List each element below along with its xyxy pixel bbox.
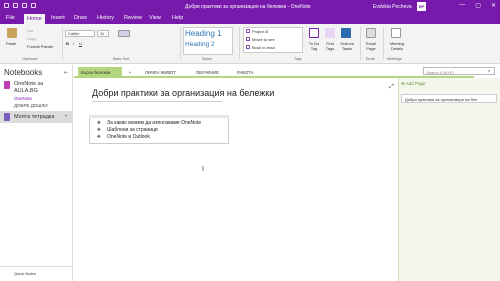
format-painter-button[interactable]: Format Painter [27,44,53,49]
section-group-item[interactable]: OneNote [14,96,32,101]
add-page-label: Add Page [405,81,426,86]
styles-group-label: Styles [202,57,212,61]
section-tab-quick-notes[interactable]: Бързи бележки [78,67,122,76]
bullet-icon: ✥ [97,134,101,139]
customize-icon[interactable] [31,3,36,8]
add-page-button[interactable]: ⊕ Add Page [401,81,426,87]
find-tags-button[interactable]: Find Tags [322,41,338,51]
section-item[interactable]: ДОБРЕ ДОШЛИ [14,103,48,108]
bold-button[interactable]: B [66,41,69,46]
pin-icon[interactable]: ⇤ [64,70,68,76]
italic-button[interactable]: I [73,41,74,46]
search-input[interactable]: Search (Ctrl+E) [423,67,495,75]
meeting-details-button[interactable]: Meeting Details [386,41,408,51]
tab-history[interactable]: History [97,15,114,21]
heading2-style[interactable]: Heading 2 [185,41,215,48]
tag-checkbox-icon [246,37,250,41]
outlook-tasks-icon[interactable] [341,28,351,38]
chevron-down-icon[interactable]: ▾ [65,113,67,118]
email-group-label: Email [366,57,375,61]
tab-draw[interactable]: Draw [74,15,87,21]
divider [360,27,361,60]
tab-home[interactable]: Home [24,14,45,24]
bullets-button[interactable] [118,30,130,37]
undo-icon[interactable] [13,3,18,8]
clipboard-group-label: Clipboard [22,57,38,61]
divider [239,27,240,60]
find-tags-icon[interactable] [325,28,335,38]
tab-file[interactable]: File [6,15,15,21]
tab-view[interactable]: View [149,15,161,21]
heading1-style[interactable]: Heading 1 [185,29,221,38]
meetings-group-label: Meetings [387,57,402,61]
list-item[interactable]: За какво можем да използваме OneNote [107,120,201,126]
tag-checkbox-icon [246,45,250,49]
notebook-icon [4,81,10,89]
tags-group-label: Tags [294,57,302,61]
notebook-icon [4,113,10,121]
paste-button[interactable]: Paste [6,41,16,46]
list-item[interactable]: OneNote и Outlook [107,134,150,140]
pages-panel [398,78,500,281]
title-bar: Добри практики за организация на бележки… [0,0,500,13]
basic-text-group-label: Basic Text [113,57,130,61]
window-title: Добри практики за организация на бележки… [185,3,311,10]
email-page-button[interactable]: Email Page [363,41,379,51]
ribbon-tabs: File Home Insert Draw History Review Vie… [0,13,500,24]
tag-checkbox-icon [246,29,250,33]
touch-mode-icon[interactable] [22,3,27,8]
copy-button[interactable]: Copy [27,36,36,41]
notebooks-panel [0,65,73,281]
outlook-tasks-button[interactable]: Outlook Tasks [337,41,357,51]
list-item[interactable]: Шаблони за страници [107,127,158,133]
email-icon[interactable] [366,28,376,38]
user-name[interactable]: Evdokia Pecheva [373,4,412,10]
notebooks-header: Notebooks [4,68,43,77]
bullet-icon: ✥ [97,127,101,132]
paste-icon[interactable] [7,28,17,38]
page-canvas[interactable] [76,78,398,281]
section-tab-training[interactable]: ОБУЧЕНИЕ [193,67,222,76]
minimize-button[interactable]: — [459,2,465,9]
back-icon[interactable] [4,3,9,8]
tag-item[interactable]: Book to read [252,45,275,50]
expand-icon[interactable]: ⤢ [389,84,394,91]
underline-button[interactable]: U [79,41,82,46]
text-cursor-icon: I [202,166,204,173]
maximize-button[interactable]: ▢ [475,2,481,9]
close-button[interactable]: ✕ [491,2,496,9]
font-size-box[interactable]: 11 [97,30,109,37]
quick-access-toolbar [4,3,36,8]
quick-notes-bar[interactable] [0,266,73,281]
page-title[interactable]: Добри практики за организация на бележки [92,88,274,98]
note-container-handle[interactable] [89,115,229,118]
avatar[interactable]: EP [417,2,426,11]
notebook-item[interactable]: OneNote за AULA.BG [14,81,64,94]
tab-insert[interactable]: Insert [51,15,65,21]
font-name-box[interactable]: Calibri [65,30,95,37]
search-icon[interactable]: ⌕ [488,68,490,73]
cut-button[interactable]: Cut [27,28,33,33]
meeting-icon[interactable] [391,28,401,38]
add-section-button[interactable]: + [124,67,136,76]
notebook-item[interactable]: Моята тетрадка [14,114,55,120]
window-controls: — ▢ ✕ [459,2,496,9]
tag-item[interactable]: Project B [252,29,268,34]
section-tab-work[interactable]: РАБОТА [234,67,256,76]
title-underline [92,101,222,102]
section-tab-personal[interactable]: ЛИЧЕН ЖИВОТ [142,67,179,76]
divider [180,27,181,60]
page-list-item[interactable]: Добри практики за организация на бел [401,94,497,103]
todo-tag-icon[interactable] [309,28,319,38]
bullet-icon: ✥ [97,120,101,125]
divider [62,27,63,60]
quick-notes-link[interactable]: Quick Notes [14,271,36,276]
tag-item[interactable]: Movie to see [252,37,275,42]
tab-review[interactable]: Review [124,15,142,21]
divider [383,27,384,60]
tab-help[interactable]: Help [172,15,183,21]
todo-tag-button[interactable]: To Do Tag [306,41,322,51]
